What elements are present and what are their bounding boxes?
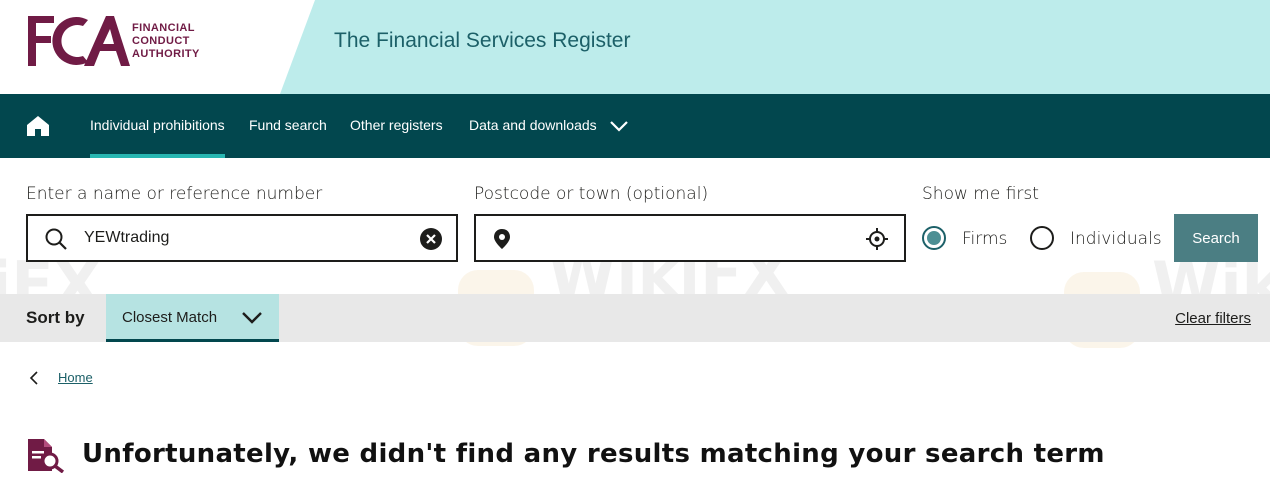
logo-word-authority: AUTHORITY — [132, 48, 200, 60]
radio-firms-label[interactable]: Firms — [962, 229, 1007, 249]
sort-bar: Sort by Closest Match Clear filters — [0, 294, 1270, 342]
main-nav: Individual prohibitions Fund search Othe… — [0, 94, 1270, 158]
chevron-down-icon — [609, 121, 628, 132]
breadcrumb-home[interactable]: Home — [58, 370, 93, 385]
nav-item-data-and-downloads[interactable]: Data and downloads — [469, 94, 629, 158]
sort-select-value: Closest Match — [122, 309, 218, 326]
radio-individuals[interactable] — [1030, 226, 1054, 250]
logo-word-conduct: CONDUCT — [132, 35, 190, 47]
name-search-input[interactable]: YEWtrading — [26, 214, 458, 262]
sort-select[interactable]: Closest Match — [106, 294, 279, 342]
postcode-input[interactable] — [474, 214, 906, 262]
sort-by-label: Sort by — [26, 308, 85, 327]
nav-item-other-registers[interactable]: Other registers — [350, 94, 443, 158]
nav-item-individual-prohibitions[interactable]: Individual prohibitions — [90, 94, 225, 158]
name-input-value[interactable]: YEWtrading — [84, 229, 169, 247]
nav-item-label: Fund search — [249, 117, 327, 133]
document-search-icon — [28, 439, 65, 473]
locate-me-icon[interactable] — [866, 228, 888, 250]
logo-word-financial: FINANCIAL — [132, 22, 195, 34]
search-icon — [45, 228, 67, 250]
page-title[interactable]: The Financial Services Register — [334, 29, 630, 53]
radio-firms[interactable] — [922, 226, 946, 250]
home-icon[interactable] — [26, 114, 50, 138]
clear-input-icon[interactable] — [420, 228, 442, 250]
clear-filters-link[interactable]: Clear filters — [1175, 310, 1251, 327]
name-field-label: Enter a name or reference number — [26, 184, 323, 204]
radio-individuals-label[interactable]: Individuals — [1070, 229, 1162, 249]
logo-wordmark: FINANCIAL CONDUCT AUTHORITY — [132, 22, 200, 61]
chevron-left-icon — [29, 371, 38, 385]
nav-item-label: Individual prohibitions — [90, 117, 225, 133]
chevron-down-icon — [242, 312, 262, 324]
nav-item-label: Other registers — [350, 117, 443, 133]
nav-item-label: Data and downloads — [469, 117, 597, 133]
search-button[interactable]: Search — [1174, 214, 1258, 262]
location-pin-icon — [494, 229, 510, 249]
nav-item-fund-search[interactable]: Fund search — [249, 94, 327, 158]
show-me-first-label: Show me first — [922, 184, 1039, 204]
postcode-field-label: Postcode or town (optional) — [474, 184, 709, 204]
no-results-message: Unfortunately, we didn't find any result… — [82, 439, 1105, 469]
